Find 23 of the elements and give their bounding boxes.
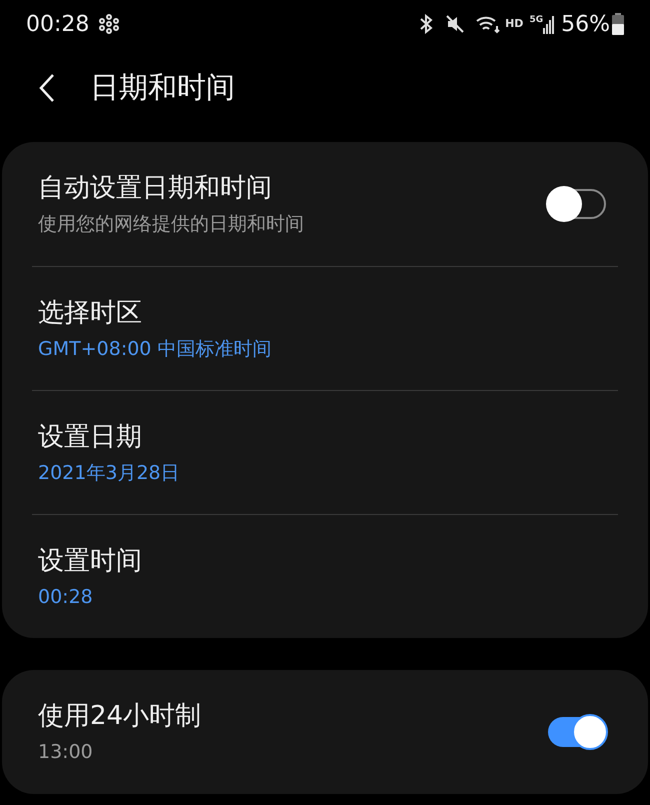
- toggle-switch[interactable]: [548, 717, 606, 747]
- setting-value: GMT+08:00 中国标准时间: [38, 336, 272, 362]
- setting-title: 使用24小时制: [38, 700, 202, 733]
- setting-description: 使用您的网络提供的日期和时间: [38, 212, 305, 237]
- setting-title: 设置日期: [38, 420, 143, 454]
- battery-icon: [612, 13, 624, 35]
- page-title: 日期和时间: [90, 69, 235, 106]
- setting-value: 2021年3月28日: [38, 460, 181, 486]
- status-time: 00:28: [26, 10, 90, 38]
- signal-icon: [543, 14, 556, 34]
- setting-title: 自动设置日期和时间: [38, 172, 273, 205]
- toggle-switch[interactable]: [548, 189, 606, 219]
- network-type-label: 5G: [529, 14, 544, 27]
- setting-title: 设置时间: [38, 544, 143, 578]
- mute-icon: [445, 14, 466, 34]
- hd-label: HD: [505, 16, 524, 32]
- setting-title: 选择时区: [38, 296, 143, 330]
- battery-level: 56%: [561, 10, 610, 38]
- wifi-icon: [475, 14, 502, 34]
- setting-value: 00:28: [38, 584, 94, 610]
- bluetooth-icon: [419, 14, 434, 34]
- setting-description: 13:00: [38, 740, 94, 765]
- fan-icon: [99, 14, 120, 34]
